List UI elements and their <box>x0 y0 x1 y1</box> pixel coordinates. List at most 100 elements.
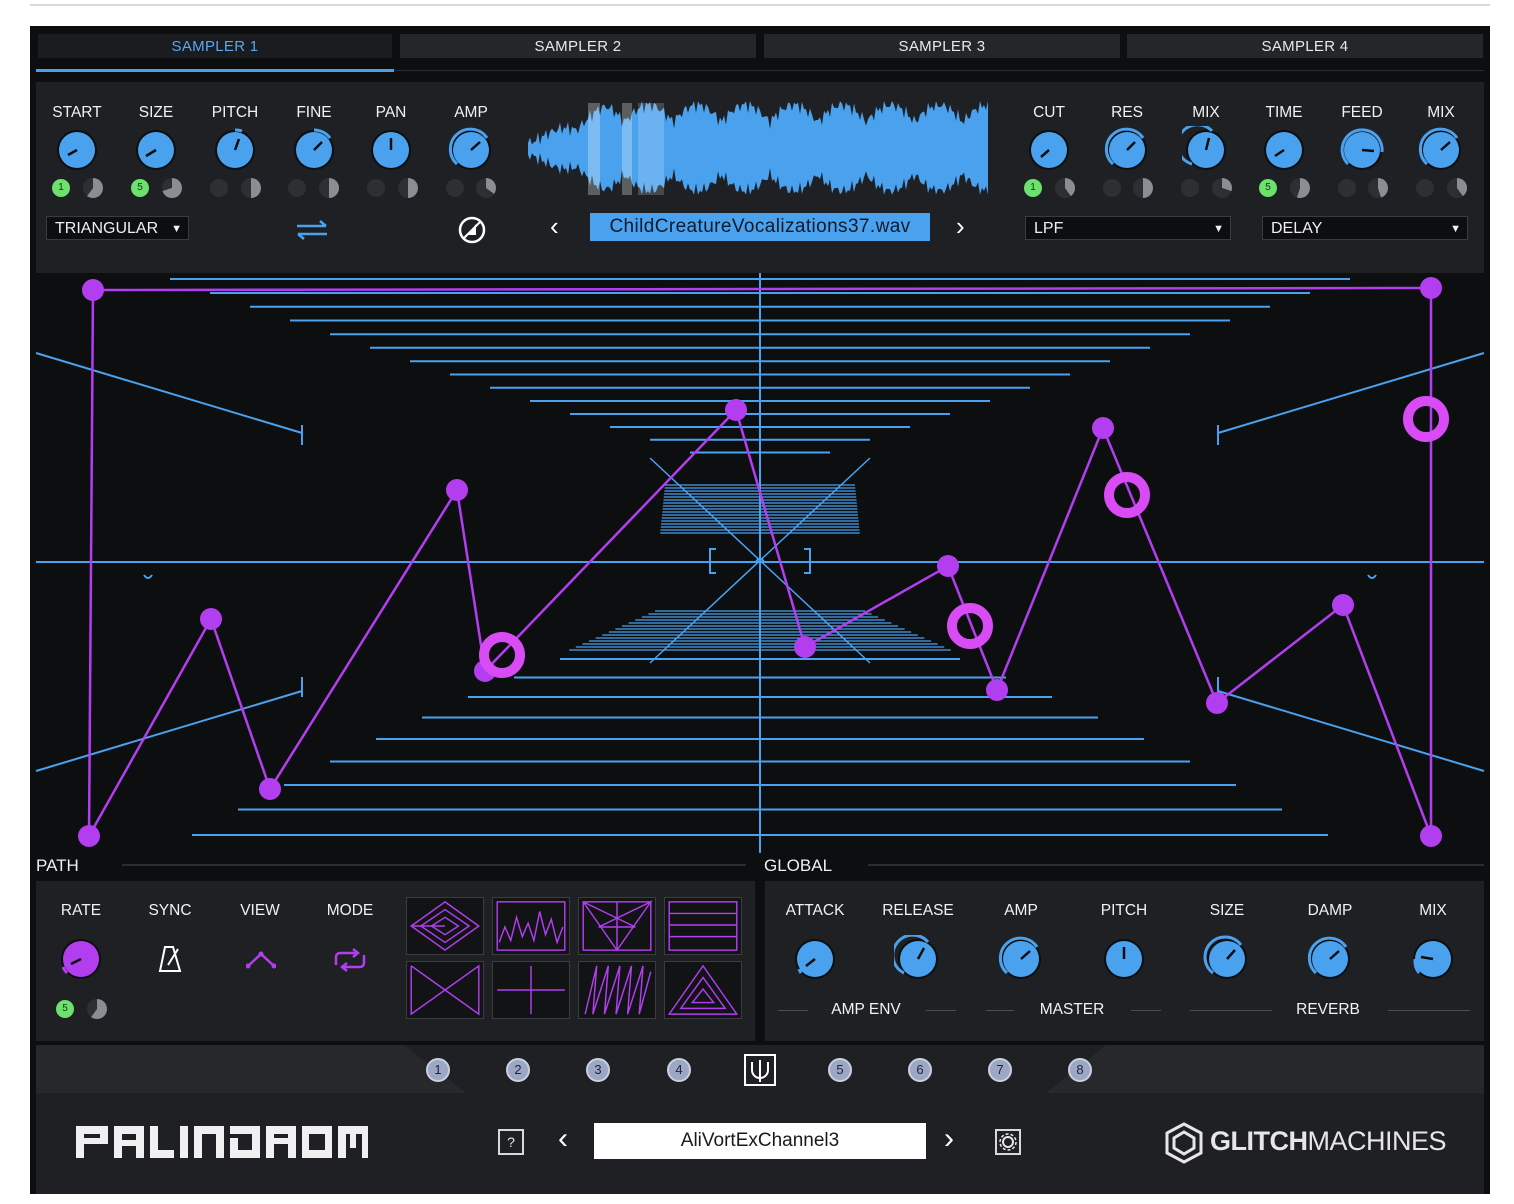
knob-label-start: START <box>52 104 102 121</box>
filter-type-select[interactable]: LPF ▼ <box>1025 216 1231 240</box>
cutoff-mod-amount-icon[interactable] <box>1055 178 1075 198</box>
slot-7-button[interactable]: 7 <box>988 1058 1012 1082</box>
playhead-ring <box>1104 472 1150 518</box>
loop-disable-icon[interactable] <box>457 215 487 245</box>
fx-mix-mod-slot[interactable] <box>1416 179 1434 197</box>
rate-mod-amount-icon[interactable] <box>87 999 107 1019</box>
help-button[interactable]: ? <box>498 1129 524 1155</box>
path-shape-noise[interactable] <box>492 897 570 955</box>
rate-knob[interactable] <box>61 941 99 977</box>
pitch-knob[interactable] <box>217 128 253 168</box>
path-shape-diamond-spiral[interactable] <box>406 897 484 955</box>
attack-knob[interactable] <box>797 941 833 977</box>
fx-type-select[interactable]: DELAY ▼ <box>1262 216 1468 240</box>
master-pitch-knob[interactable] <box>1106 941 1142 977</box>
preset-name-field[interactable]: AliVortExChannel3 <box>594 1123 926 1159</box>
pan-knob[interactable] <box>373 132 409 168</box>
palindrome-toggle[interactable] <box>744 1054 776 1086</box>
slot-5-button[interactable]: 5 <box>828 1058 852 1082</box>
path-node <box>1092 417 1114 439</box>
reverb-damp-knob[interactable] <box>1307 936 1348 977</box>
path-shape-cross[interactable] <box>406 961 484 1019</box>
tab-sampler-2[interactable]: SAMPLER 2 <box>400 34 756 58</box>
cutoff-mod-slot[interactable]: 1 <box>1024 179 1042 197</box>
delay-feed-knob[interactable] <box>1340 128 1384 168</box>
group-rule <box>778 1010 808 1011</box>
pitch-mod-amount-icon[interactable] <box>241 178 261 198</box>
prev-preset-icon[interactable]: ‹ <box>558 1124 568 1154</box>
res-mod-slot[interactable] <box>1103 179 1121 197</box>
fine-mod-slot[interactable] <box>288 179 306 197</box>
amp-mod-slot[interactable] <box>446 179 464 197</box>
group-rule <box>1190 1010 1272 1011</box>
fine-knob[interactable] <box>296 128 332 168</box>
path-node <box>937 555 959 577</box>
grain-window-marker <box>638 103 664 195</box>
start-mod-slot[interactable]: 1 <box>52 179 70 197</box>
path-node <box>200 608 222 630</box>
tab-sampler-1[interactable]: SAMPLER 1 <box>38 34 392 58</box>
slot-3-button[interactable]: 3 <box>586 1058 610 1082</box>
path-shape-triangle-spiral[interactable] <box>664 961 742 1019</box>
master-amp-knob[interactable] <box>998 936 1039 977</box>
slot-2-button[interactable]: 2 <box>506 1058 530 1082</box>
slot-1-button[interactable]: 1 <box>426 1058 450 1082</box>
slot-4-button[interactable]: 4 <box>667 1058 691 1082</box>
reverb-size-knob[interactable] <box>1203 935 1245 977</box>
path-view-icon[interactable] <box>246 950 276 970</box>
settings-button[interactable] <box>995 1129 1021 1155</box>
amp-mod-amount-icon[interactable] <box>476 178 496 198</box>
filter-mix-knob[interactable] <box>1182 126 1224 168</box>
next-sample-icon[interactable]: › <box>956 213 965 239</box>
resonance-knob[interactable] <box>1104 127 1145 168</box>
prev-sample-icon[interactable]: ‹ <box>550 213 559 239</box>
loop-mode-icon[interactable] <box>332 947 368 973</box>
filter-mix-mod-amount-icon[interactable] <box>1212 178 1232 198</box>
reverse-arrows-icon[interactable] <box>294 219 330 241</box>
start-mod-amount-icon[interactable] <box>83 178 103 198</box>
pan-mod-amount-icon[interactable] <box>398 178 418 198</box>
metronome-icon[interactable] <box>158 945 182 973</box>
path-node <box>794 636 816 658</box>
side-mark <box>143 574 153 579</box>
window-mode-select[interactable]: TRIANGULAR ▼ <box>46 216 189 240</box>
glitchmachines-wordmark: GLITCHMACHINES <box>1210 1126 1447 1157</box>
size-knob[interactable] <box>138 132 174 168</box>
next-preset-icon[interactable]: › <box>944 1124 954 1154</box>
feed-mod-slot[interactable] <box>1338 179 1356 197</box>
pitch-mod-slot[interactable] <box>210 179 228 197</box>
path-shape-lines[interactable] <box>664 897 742 955</box>
release-knob[interactable] <box>894 935 936 977</box>
pan-mod-slot[interactable] <box>367 179 385 197</box>
path-shape-plus[interactable] <box>492 961 570 1019</box>
cutoff-knob[interactable] <box>1031 132 1067 168</box>
filter-mix-mod-slot[interactable] <box>1181 179 1199 197</box>
delay-mix-knob[interactable] <box>1418 127 1459 168</box>
tab-sampler-3[interactable]: SAMPLER 3 <box>764 34 1120 58</box>
size-mod-amount-icon[interactable] <box>162 178 182 198</box>
reverb-mix-knob[interactable] <box>1413 941 1451 977</box>
sample-waveform[interactable] <box>528 99 990 199</box>
path-shape-zigzag[interactable] <box>578 961 656 1019</box>
res-mod-amount-icon[interactable] <box>1133 178 1153 198</box>
size-mod-slot[interactable]: 5 <box>131 179 149 197</box>
start-knob[interactable] <box>59 132 95 168</box>
group-rule <box>1388 1010 1470 1011</box>
fx-mix-mod-amount-icon[interactable] <box>1447 178 1467 198</box>
rate-mod-slot[interactable]: 5 <box>56 1000 74 1018</box>
amp-knob[interactable] <box>448 127 489 168</box>
path-shape-star[interactable] <box>578 897 656 955</box>
slot-6-button[interactable]: 6 <box>908 1058 932 1082</box>
slot-8-button[interactable]: 8 <box>1068 1058 1092 1082</box>
tunnel-diagonal <box>1217 690 1485 772</box>
feed-mod-amount-icon[interactable] <box>1368 178 1388 198</box>
path-visualizer[interactable] <box>30 273 1490 853</box>
time-mod-slot[interactable]: 5 <box>1259 179 1277 197</box>
tab-sampler-4[interactable]: SAMPLER 4 <box>1127 34 1483 58</box>
time-mod-amount-icon[interactable] <box>1290 178 1310 198</box>
brand-bold: GLITCH <box>1210 1126 1308 1156</box>
delay-time-knob[interactable] <box>1266 132 1302 168</box>
fine-mod-amount-icon[interactable] <box>319 178 339 198</box>
reverb-mix-label: MIX <box>1419 902 1447 919</box>
sample-file-name[interactable]: ChildCreatureVocalizations37.wav <box>590 213 930 241</box>
